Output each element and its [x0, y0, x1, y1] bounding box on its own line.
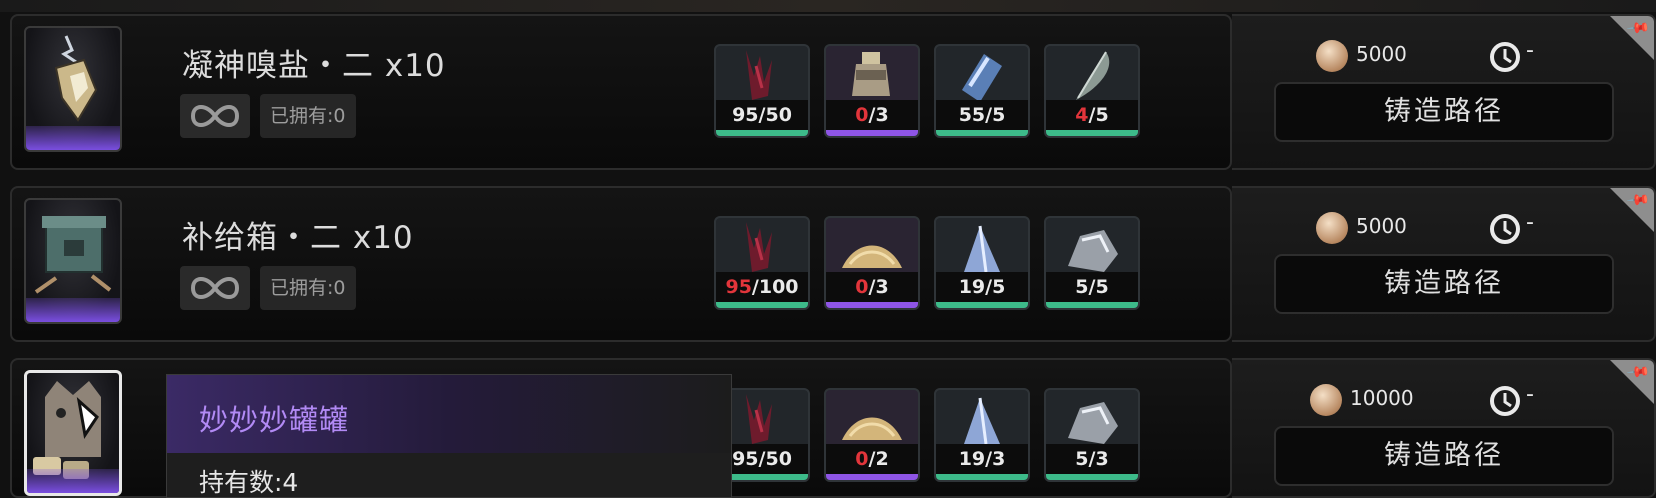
material-need: /3: [1088, 448, 1109, 470]
tooltip-owned-count: 持有数:4: [199, 468, 299, 497]
forge-panel: 📌 5000 - 铸造路径: [1232, 14, 1656, 170]
red-crystal-icon: [746, 50, 772, 100]
smelling-salts-item-icon[interactable]: [24, 26, 122, 152]
red-crystal-icon: [746, 222, 772, 272]
recipe-main-panel: 补给箱・二 x10 已拥有:0 95/100 0/3 19/5 5/5: [10, 186, 1232, 342]
material-slot[interactable]: 95/50: [714, 44, 810, 138]
material-slot[interactable]: 19/3: [934, 388, 1030, 482]
item-tooltip: 妙妙妙罐罐 持有数:4: [166, 374, 732, 498]
material-need: /50: [758, 104, 792, 126]
material-have: 19: [958, 448, 986, 470]
forge-cost: 5000: [1356, 214, 1407, 238]
supply-box-icon: [34, 216, 112, 294]
silver-ore-icon: [1068, 230, 1118, 272]
top-frame-strip: [0, 0, 1656, 12]
material-status-bar: [936, 130, 1028, 136]
material-have: 0: [855, 276, 869, 298]
material-slot[interactable]: 5/5: [1044, 216, 1140, 310]
forge-path-button[interactable]: 铸造路径: [1274, 254, 1614, 314]
blue-shard-icon: [964, 397, 1000, 445]
material-status-bar: [826, 130, 918, 136]
rarity-bar: [27, 469, 119, 493]
feather-icon: [1076, 51, 1110, 100]
forge-panel: 📌 10000 - 铸造路径: [1232, 358, 1656, 498]
material-need: /5: [1088, 104, 1109, 126]
coin-icon: [1316, 212, 1348, 244]
material-need: /2: [868, 448, 889, 470]
clock-icon: [1490, 42, 1520, 72]
silver-ore-icon: [1068, 402, 1118, 444]
item-name: 补给箱・二 x10: [182, 220, 414, 256]
material-have: 19: [958, 276, 986, 298]
supply-box-item-icon[interactable]: [24, 198, 122, 324]
material-slot[interactable]: 0/3: [824, 44, 920, 138]
material-need: /3: [985, 448, 1006, 470]
material-need: /5: [1088, 276, 1109, 298]
tooltip-item-name: 妙妙妙罐罐: [199, 403, 350, 437]
material-status-bar: [936, 474, 1028, 480]
material-slot[interactable]: 5/3: [1044, 388, 1140, 482]
item-name: 凝神嗅盐・二 x10: [182, 48, 446, 84]
material-need: /3: [868, 276, 889, 298]
recipe-main-panel: 凝神嗅盐・二 x10 已拥有:0 95/50 0/3 55/5 4/5: [10, 14, 1232, 170]
forge-path-button[interactable]: 铸造路径: [1274, 426, 1614, 486]
material-status-bar: [826, 302, 918, 308]
cat-can-item-icon[interactable]: [24, 370, 122, 496]
owned-count: 已拥有:0: [260, 266, 356, 310]
infinite-badge: [180, 94, 250, 138]
material-need: /5: [985, 104, 1006, 126]
material-status-bar: [1046, 130, 1138, 136]
forge-time: -: [1526, 382, 1534, 407]
forge-time: -: [1526, 38, 1534, 63]
infinity-icon: [190, 105, 240, 127]
material-slot[interactable]: 19/5: [934, 216, 1030, 310]
recipe-row-1[interactable]: 凝神嗅盐・二 x10 已拥有:0 95/50 0/3 55/5 4/5 📌 50…: [10, 14, 1656, 170]
rarity-bar: [26, 298, 120, 322]
material-need: /3: [868, 104, 889, 126]
material-have: 0: [855, 104, 869, 126]
material-slot[interactable]: 0/3: [824, 216, 920, 310]
forge-panel: 📌 5000 - 铸造路径: [1232, 186, 1656, 342]
recipe-row-2[interactable]: 补给箱・二 x10 已拥有:0 95/100 0/3 19/5 5/5 📌 50…: [10, 186, 1656, 342]
blue-shard-icon: [964, 225, 1000, 273]
material-slot[interactable]: 4/5: [1044, 44, 1140, 138]
material-need: /5: [985, 276, 1006, 298]
material-have: 0: [855, 448, 869, 470]
sand-pile-icon: [842, 417, 902, 440]
infinity-icon: [190, 277, 240, 299]
smelling-salts-icon: [54, 35, 98, 122]
bottle-icon: [852, 52, 890, 96]
material-slot[interactable]: 55/5: [934, 44, 1030, 138]
infinite-badge: [180, 266, 250, 310]
material-have: 95: [732, 448, 759, 470]
material-have: 55: [958, 104, 986, 126]
material-have: 95: [732, 104, 759, 126]
material-slot[interactable]: 95/100: [714, 216, 810, 310]
material-have: 5: [1075, 276, 1089, 298]
rarity-bar: [26, 126, 120, 150]
material-status-bar: [1046, 474, 1138, 480]
forge-path-button[interactable]: 铸造路径: [1274, 82, 1614, 142]
owned-count: 已拥有:0: [260, 94, 356, 138]
material-need: /50: [758, 448, 792, 470]
forge-cost: 10000: [1350, 386, 1414, 410]
material-status-bar: [716, 130, 808, 136]
coin-icon: [1310, 384, 1342, 416]
clock-icon: [1490, 214, 1520, 244]
forge-time: -: [1526, 210, 1534, 235]
material-have: 4: [1075, 104, 1089, 126]
material-status-bar: [826, 474, 918, 480]
clock-icon: [1490, 386, 1520, 416]
material-need: /100: [751, 276, 799, 298]
material-have: 5: [1075, 448, 1089, 470]
material-status-bar: [1046, 302, 1138, 308]
material-have: 95: [725, 276, 752, 298]
material-status-bar: [936, 302, 1028, 308]
material-slot[interactable]: 0/2: [824, 388, 920, 482]
blue-crystal-icon: [962, 54, 1002, 102]
forge-cost: 5000: [1356, 42, 1407, 66]
sand-pile-icon: [842, 245, 902, 268]
material-status-bar: [716, 302, 808, 308]
coin-icon: [1316, 40, 1348, 72]
